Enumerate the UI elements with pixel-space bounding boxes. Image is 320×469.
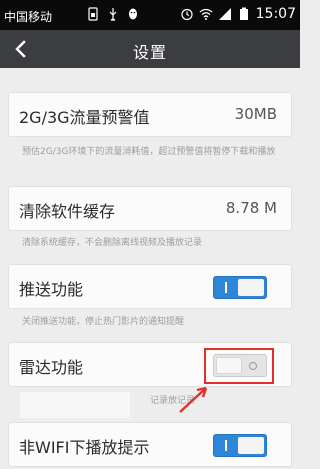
clear-cache-item[interactable]: 清除软件缓存 8.78 M (8, 186, 292, 231)
non-wifi-toggle[interactable] (213, 434, 267, 457)
toggle-on-indicator (225, 440, 227, 451)
status-left-icons (86, 7, 140, 21)
wifi-icon (199, 7, 213, 21)
usb-icon (106, 7, 120, 21)
qq-icon (126, 7, 140, 21)
alarm-icon (180, 7, 194, 21)
traffic-warning-desc: 预估2G/3G环境下的流量消耗值，超过预警值将暂停下载和播放 (22, 147, 276, 157)
annotation-highlight-box (204, 348, 274, 384)
radar-label: 雷达功能 (19, 358, 84, 377)
annotation-arrow-icon (176, 380, 216, 416)
page-title: 设置 (132, 43, 167, 62)
signal-icon (218, 7, 232, 21)
battery-icon (237, 7, 251, 21)
blurred-region (20, 392, 130, 418)
toggle-thumb (238, 437, 264, 454)
status-time: 15:07 (255, 6, 296, 22)
clear-cache-value: 8.78 M (225, 199, 277, 217)
non-wifi-label: 非WIFI下播放提示 (19, 438, 150, 457)
toggle-on-indicator (225, 282, 227, 293)
push-item: 推送功能 (8, 264, 292, 309)
app-header: 设置 (0, 30, 300, 68)
sim-icon (86, 7, 100, 21)
push-label: 推送功能 (19, 280, 84, 299)
carrier-name: 中国移动 (4, 10, 53, 24)
status-bar: 中国移动 15:07 (0, 0, 300, 30)
traffic-warning-label: 2G/3G流量预警值 (19, 108, 150, 127)
non-wifi-item: 非WIFI下播放提示 (8, 422, 292, 467)
clear-cache-label: 清除软件缓存 (19, 202, 116, 221)
traffic-warning-item[interactable]: 2G/3G流量预警值 30MB (8, 92, 292, 137)
traffic-warning-value: 30MB (234, 105, 277, 123)
push-toggle[interactable] (213, 276, 267, 299)
toggle-thumb (238, 279, 264, 296)
status-right-icons: 15:07 (180, 6, 296, 22)
push-desc: 关闭推送功能，停止热门影片的通知提醒 (22, 317, 185, 327)
clear-cache-desc: 清除系统缓存，不会删除离线视频及播放记录 (22, 238, 203, 248)
